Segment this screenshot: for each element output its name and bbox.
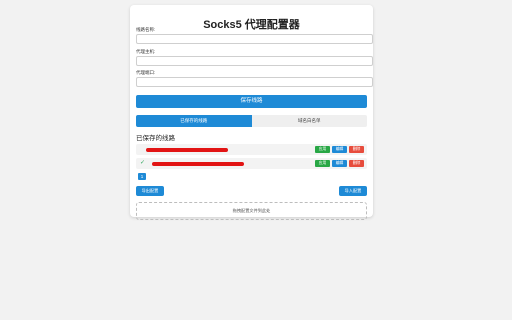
file-dropzone[interactable]: 拖拽配置文件到此处: [136, 202, 367, 220]
name-label: 线路名称:: [136, 27, 156, 32]
pagination-page[interactable]: 1: [138, 173, 146, 180]
delete-button[interactable]: 删除: [349, 160, 364, 167]
apply-button[interactable]: 应用: [315, 146, 330, 153]
page-title: Socks5 代理配置器: [203, 19, 300, 31]
apply-button[interactable]: 应用: [315, 160, 330, 167]
check-icon: ✓: [140, 160, 146, 166]
tab-domain-whitelist[interactable]: 域名白名单: [251, 115, 367, 127]
import-config-button[interactable]: 导入配置: [339, 186, 367, 196]
save-route-button[interactable]: 保存线路: [136, 95, 367, 108]
port-field[interactable]: [136, 77, 373, 87]
saved-routes-title: 已保存的线路: [136, 135, 175, 142]
tab-bar: 已保存的线路 域名白名单: [136, 115, 367, 127]
route-row[interactable]: ✓ 应用 编辑 删除: [136, 158, 367, 169]
config-card: Socks5 代理配置器 线路名称: 代理主机: 代理端口: 保存线路 已保存的…: [130, 5, 373, 220]
redacted-route-name: [152, 162, 244, 166]
export-config-button[interactable]: 导出配置: [136, 186, 164, 196]
edit-button[interactable]: 编辑: [332, 160, 347, 167]
route-row[interactable]: 应用 编辑 删除: [136, 144, 367, 155]
host-label: 代理主机:: [136, 49, 156, 54]
delete-button[interactable]: 删除: [349, 146, 364, 153]
name-field[interactable]: [136, 34, 373, 44]
tab-saved-routes[interactable]: 已保存的线路: [136, 115, 252, 127]
port-label: 代理端口:: [136, 70, 156, 75]
edit-button[interactable]: 编辑: [332, 146, 347, 153]
redacted-route-name: [146, 148, 228, 152]
host-field[interactable]: [136, 56, 373, 66]
